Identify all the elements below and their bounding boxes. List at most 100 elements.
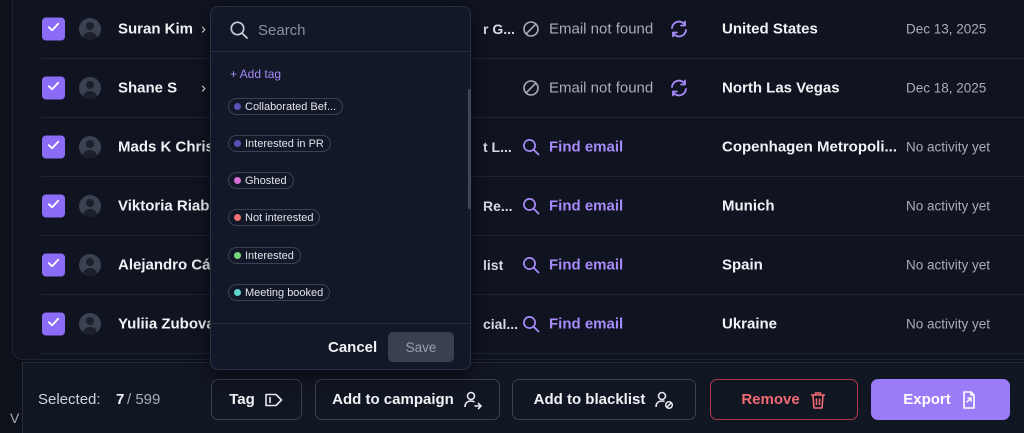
table-row[interactable]: Mads K Christ t L... Find email Copenhagen … xyxy=(41,118,1024,177)
search-icon xyxy=(522,256,540,274)
tag-option[interactable]: Meeting booked xyxy=(228,284,331,301)
find-email-link[interactable]: Find email xyxy=(549,139,623,156)
checkmark-icon xyxy=(46,78,61,98)
add-to-campaign-label: Add to campaign xyxy=(332,391,454,408)
search-icon xyxy=(522,315,540,333)
row-checkbox[interactable] xyxy=(42,194,65,218)
tag-option-label: Collaborated Bef... xyxy=(245,100,337,113)
contact-title: t L... xyxy=(483,139,512,155)
contact-title: r G... xyxy=(483,21,515,37)
tag-option[interactable]: Not interested xyxy=(228,209,321,226)
file-export-icon xyxy=(962,390,975,409)
tag-icon xyxy=(264,393,283,406)
selected-total: / 599 xyxy=(127,391,161,408)
row-checkbox[interactable] xyxy=(42,312,65,336)
avatar xyxy=(79,77,101,99)
avatar xyxy=(79,195,101,217)
find-email-link[interactable]: Find email xyxy=(549,198,623,215)
row-checkbox[interactable] xyxy=(42,253,65,277)
dropdown-footer: Cancel Save xyxy=(211,323,470,371)
add-to-campaign-button[interactable]: Add to campaign xyxy=(315,379,500,420)
more-options-icon[interactable]: ⋮ xyxy=(1019,78,1024,98)
tag-option-label: Interested in PR xyxy=(245,137,324,150)
contact-location: Copenhagen Metropoli... xyxy=(722,138,897,156)
tag-option[interactable]: Interested xyxy=(228,247,301,264)
selected-label: Selected: xyxy=(38,391,101,408)
left-edge-text: V xyxy=(10,410,20,426)
contact-name[interactable]: Yuliia Zubova xyxy=(118,316,215,333)
contact-location: North Las Vegas xyxy=(722,79,840,97)
row-checkbox[interactable] xyxy=(42,17,65,41)
row-checkbox[interactable] xyxy=(42,135,65,159)
tag-option[interactable]: Ghosted xyxy=(228,172,294,189)
checkmark-icon xyxy=(46,255,61,275)
save-button[interactable]: Save xyxy=(388,332,454,362)
chevron-right-icon[interactable]: › xyxy=(201,80,206,97)
more-options-icon[interactable]: ⋮ xyxy=(1019,19,1024,39)
contact-location: Spain xyxy=(722,256,763,274)
trash-icon xyxy=(810,391,825,409)
export-button[interactable]: Export xyxy=(871,379,1010,420)
contacts-table: Suran Kim › r G... Email not found United St… xyxy=(12,0,1024,360)
tag-button[interactable]: Tag xyxy=(211,379,302,420)
retry-icon[interactable] xyxy=(668,77,690,99)
last-activity: No activity yet xyxy=(906,198,991,214)
cancel-button[interactable]: Cancel xyxy=(328,339,377,356)
contact-location: Ukraine xyxy=(722,315,778,333)
tag-option-label: Ghosted xyxy=(245,174,287,187)
avatar xyxy=(79,254,101,276)
table-row[interactable]: Alejandro Cár list Find email Spain No activ… xyxy=(41,236,1024,295)
tag-color-dot xyxy=(234,103,241,110)
contact-name[interactable]: Suran Kim xyxy=(118,21,193,38)
tag-color-dot xyxy=(234,177,241,184)
checkmark-icon xyxy=(46,19,61,39)
more-options-icon[interactable]: ⋮ xyxy=(1019,137,1024,157)
contact-name[interactable]: Alejandro Cár xyxy=(118,257,216,274)
table-row[interactable]: Suran Kim › r G... Email not found United St… xyxy=(41,0,1024,59)
contact-title: Re... xyxy=(483,198,513,214)
tag-option-label: Not interested xyxy=(245,211,314,224)
remove-label: Remove xyxy=(741,391,800,408)
checkmark-icon xyxy=(46,314,61,334)
add-to-blacklist-button[interactable]: Add to blacklist xyxy=(512,379,696,420)
table-row[interactable]: Shane S › Email not found North Las Vegas De… xyxy=(41,59,1024,118)
contact-name[interactable]: Viktoria Riabe xyxy=(118,198,218,215)
user-arrow-icon xyxy=(464,391,482,409)
contact-title: cial... xyxy=(483,316,519,332)
email-status: Email not found xyxy=(549,20,654,38)
row-checkbox[interactable] xyxy=(42,76,65,100)
more-options-icon[interactable]: ⋮ xyxy=(1019,255,1024,275)
tag-option-label: Interested xyxy=(245,249,294,262)
search-icon xyxy=(522,138,540,156)
avatar xyxy=(79,18,101,40)
add-tag-link[interactable]: + Add tag xyxy=(230,67,281,81)
contact-name[interactable]: Shane S xyxy=(118,80,177,97)
tag-list-scrollbar[interactable] xyxy=(468,89,471,209)
find-email-link[interactable]: Find email xyxy=(549,257,623,274)
tag-option[interactable]: Interested in PR xyxy=(228,135,331,152)
contact-name[interactable]: Mads K Christ xyxy=(118,139,219,156)
checkmark-icon xyxy=(46,196,61,216)
add-to-blacklist-label: Add to blacklist xyxy=(533,391,646,408)
tag-option[interactable]: Collaborated Bef... xyxy=(228,98,344,115)
tag-color-dot xyxy=(234,214,241,221)
tag-search-input[interactable] xyxy=(258,17,458,43)
avatar xyxy=(79,136,101,158)
remove-button[interactable]: Remove xyxy=(710,379,858,420)
tag-color-dot xyxy=(234,252,241,259)
contact-location: Munich xyxy=(722,197,775,215)
more-options-icon[interactable]: ⋮ xyxy=(1019,196,1024,216)
table-row[interactable]: Yuliia Zubova cial... Find email Ukraine No … xyxy=(41,295,1024,354)
user-block-icon xyxy=(655,391,674,409)
retry-icon[interactable] xyxy=(668,18,690,40)
last-activity: Dec 13, 2025 xyxy=(906,21,987,37)
tag-button-label: Tag xyxy=(229,391,255,408)
more-options-icon[interactable]: ⋮ xyxy=(1019,314,1024,334)
table-row[interactable]: Viktoria Riabe Re... Find email Munich No ac… xyxy=(41,177,1024,236)
last-activity: No activity yet xyxy=(906,139,991,155)
find-email-link[interactable]: Find email xyxy=(549,316,623,333)
tag-color-dot xyxy=(234,289,241,296)
tag-dropdown: + Add tag Collaborated Bef... Interested … xyxy=(210,6,471,370)
chevron-right-icon[interactable]: › xyxy=(201,21,206,38)
search-icon xyxy=(522,197,540,215)
